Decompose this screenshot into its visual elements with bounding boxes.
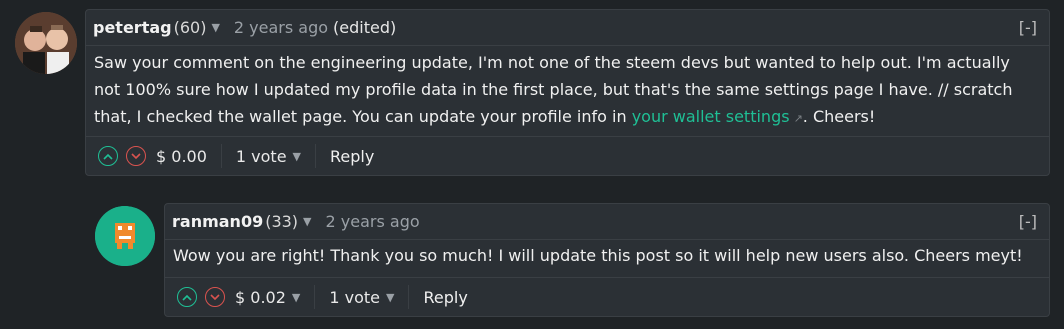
reputation-score: (33) xyxy=(265,212,299,231)
chevron-down-icon xyxy=(210,293,220,300)
chevron-up-icon xyxy=(103,153,113,160)
wallet-settings-link[interactable]: your wallet settings xyxy=(632,107,790,126)
payout-amount[interactable]: $ 0.02 xyxy=(235,288,286,307)
divider xyxy=(408,285,410,309)
comment-header: ranman09 (33) ▼ 2 years ago [-] xyxy=(165,204,1049,240)
chevron-down-icon xyxy=(131,152,141,159)
divider xyxy=(220,144,222,168)
avatar-ranman09[interactable] xyxy=(95,206,155,266)
downvote-button[interactable] xyxy=(126,146,146,166)
author-name[interactable]: ranman09 xyxy=(172,212,263,231)
reply-button[interactable]: Reply xyxy=(330,147,374,166)
comment-header: petertag (60) ▼ 2 years ago (edited) [-] xyxy=(86,10,1049,46)
comment-card: petertag (60) ▼ 2 years ago (edited) [-]… xyxy=(85,9,1050,176)
reputation-score: (60) xyxy=(173,18,207,37)
comment-footer: $ 0.00 1 vote ▼ Reply xyxy=(86,136,1049,175)
vote-count[interactable]: 1 vote xyxy=(236,147,287,166)
comment-body: Wow you are right! Thank you so much! I … xyxy=(173,242,1035,269)
comment-body: Saw your comment on the engineering upda… xyxy=(94,49,1035,132)
external-link-icon: ↗ xyxy=(793,112,803,125)
vote-count[interactable]: 1 vote xyxy=(329,288,380,307)
edited-label: (edited) xyxy=(333,18,397,37)
author-menu-chevron-down-icon[interactable]: ▼ xyxy=(211,21,219,34)
comment-card: ranman09 (33) ▼ 2 years ago [-] Wow you … xyxy=(164,203,1050,317)
comment-text: Wow you are right! Thank you so much! I … xyxy=(173,246,1023,265)
downvote-button[interactable] xyxy=(205,287,225,307)
timestamp[interactable]: 2 years ago xyxy=(326,212,420,231)
reply-button[interactable]: Reply xyxy=(423,288,467,307)
comment-footer: $ 0.02 ▼ 1 vote ▼ Reply xyxy=(165,277,1049,316)
payout-amount[interactable]: $ 0.00 xyxy=(156,147,207,166)
avatar-petertag[interactable] xyxy=(15,12,77,74)
collapse-button[interactable]: [-] xyxy=(1019,18,1037,37)
divider xyxy=(314,285,316,309)
author-name[interactable]: petertag xyxy=(93,18,172,37)
votes-chevron-down-icon[interactable]: ▼ xyxy=(293,150,301,163)
comment-text-end: . Cheers! xyxy=(802,107,876,126)
timestamp[interactable]: 2 years ago xyxy=(234,18,328,37)
payout-chevron-down-icon[interactable]: ▼ xyxy=(292,291,300,304)
upvote-button[interactable] xyxy=(177,287,197,307)
votes-chevron-down-icon[interactable]: ▼ xyxy=(386,291,394,304)
divider xyxy=(315,144,316,168)
author-menu-chevron-down-icon[interactable]: ▼ xyxy=(303,215,311,228)
collapse-button[interactable]: [-] xyxy=(1019,212,1037,231)
upvote-button[interactable] xyxy=(98,146,118,166)
chevron-up-icon xyxy=(182,294,192,301)
